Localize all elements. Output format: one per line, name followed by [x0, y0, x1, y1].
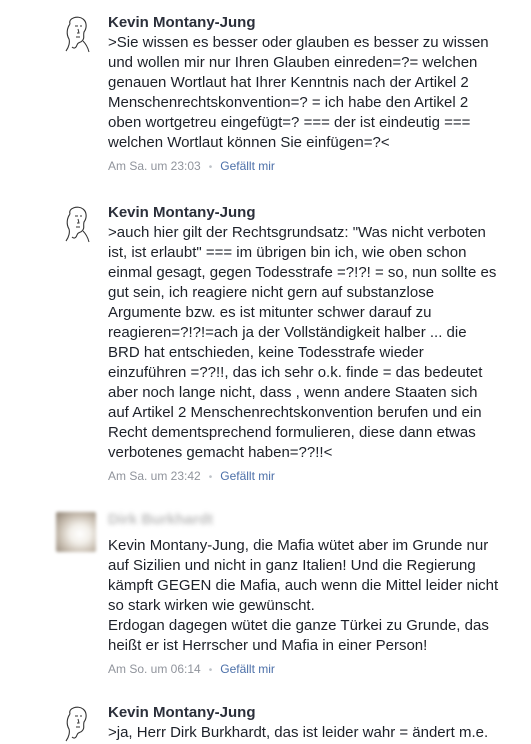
- comment-body: Kevin Montany-Jung >ja, Herr Dirk Burkha…: [108, 704, 528, 743]
- like-link[interactable]: Gefällt mir: [220, 469, 275, 483]
- comment-meta: Am So. um 06:14 • Gefällt mir: [108, 661, 528, 679]
- sketch-face-icon: [65, 206, 90, 243]
- comment-text: >auch hier gilt der Rechtsgrundsatz: "Wa…: [108, 224, 497, 461]
- comment-author[interactable]: Kevin Montany-Jung: [108, 204, 528, 222]
- like-link[interactable]: Gefällt mir: [220, 159, 275, 173]
- avatar[interactable]: [56, 204, 96, 244]
- avatar[interactable]: [56, 14, 96, 54]
- comment-text: >ja, Herr Dirk Burkhardt, das ist leider…: [108, 724, 489, 741]
- comment-timestamp[interactable]: Am Sa. um 23:03: [108, 159, 201, 173]
- comment-timestamp[interactable]: Am So. um 06:14: [108, 662, 201, 676]
- comment-author[interactable]: Kevin Montany-Jung: [108, 704, 528, 722]
- comment-author[interactable]: Kevin Montany-Jung: [108, 14, 528, 32]
- comment-author[interactable]: Dirk Burkhardt: [108, 513, 528, 527]
- comment-body: Dirk Burkhardt Kevin Montany-Jung, die M…: [108, 513, 528, 679]
- comment-timestamp[interactable]: Am Sa. um 23:42: [108, 469, 201, 483]
- avatar[interactable]: [56, 704, 96, 744]
- meta-separator: •: [208, 665, 213, 676]
- comment-feed: Kevin Montany-Jung >Sie wissen es besser…: [0, 0, 531, 742]
- sketch-face-icon: [65, 16, 90, 53]
- meta-separator: •: [208, 162, 213, 173]
- comment-meta: Am Sa. um 23:42 • Gefällt mir: [108, 468, 528, 486]
- comment-text: Kevin Montany-Jung, die Mafia wütet aber…: [108, 537, 499, 654]
- comment-body: Kevin Montany-Jung >auch hier gilt der R…: [108, 204, 528, 486]
- meta-separator: •: [208, 472, 213, 483]
- like-link[interactable]: Gefällt mir: [220, 662, 275, 676]
- comment-meta: Am Sa. um 23:03 • Gefällt mir: [108, 158, 528, 176]
- sketch-face-icon: [65, 706, 87, 742]
- comment-body: Kevin Montany-Jung >Sie wissen es besser…: [108, 14, 528, 176]
- avatar[interactable]: [56, 512, 96, 552]
- comment-text: >Sie wissen es besser oder glauben es be…: [108, 34, 489, 151]
